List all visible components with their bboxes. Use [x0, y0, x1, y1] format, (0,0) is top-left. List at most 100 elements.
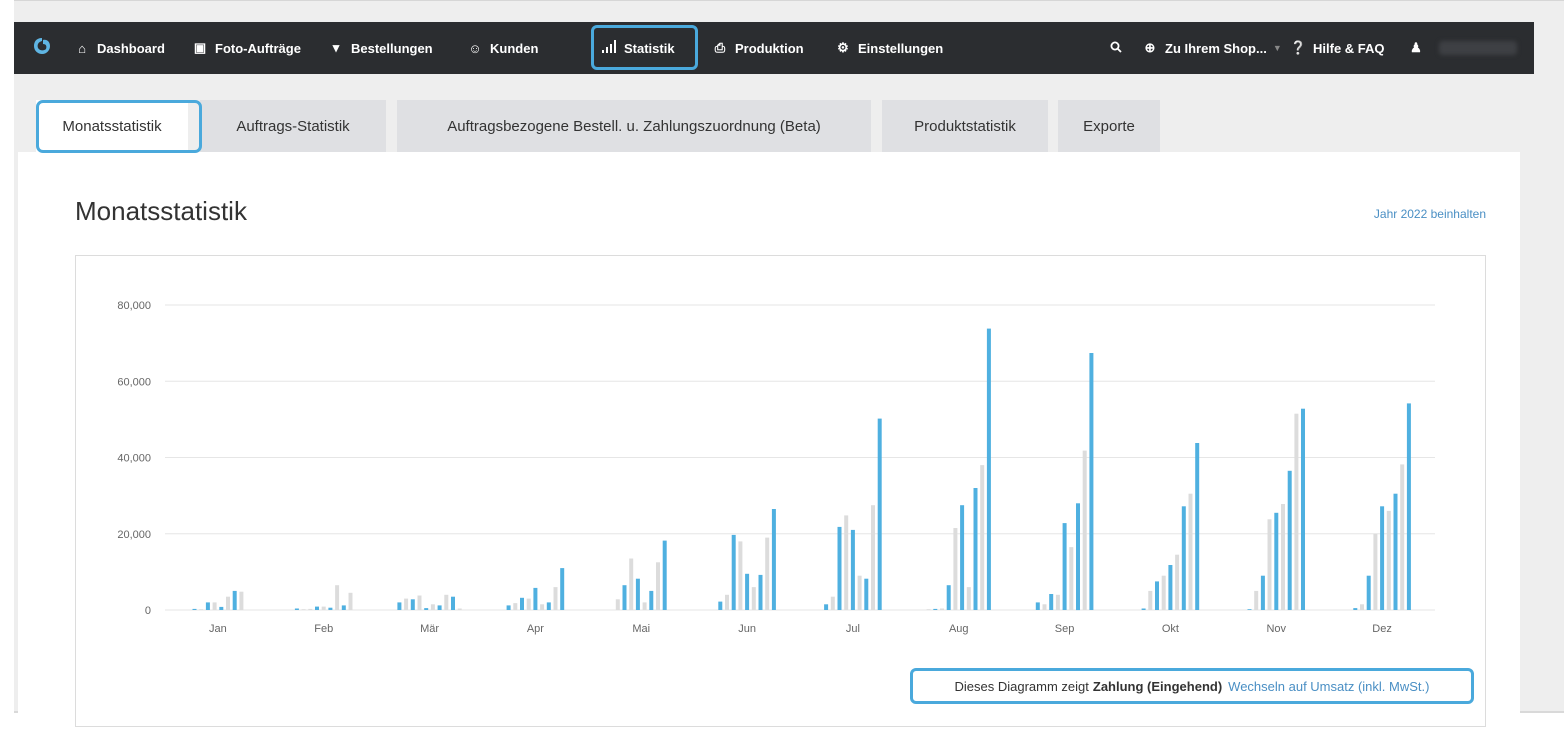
chart-bar[interactable] — [1035, 602, 1040, 610]
tab-auftrags-statistik[interactable]: Auftrags-Statistik — [200, 100, 386, 152]
chart-bar[interactable] — [1393, 493, 1398, 610]
chart-bar[interactable] — [1062, 523, 1067, 610]
chart-bar[interactable] — [1380, 506, 1385, 610]
chart-bar[interactable] — [1082, 450, 1087, 610]
chart-bar[interactable] — [315, 606, 319, 610]
chart-bar[interactable] — [444, 594, 449, 611]
chart-bar[interactable] — [642, 602, 647, 610]
chart-bar[interactable] — [348, 592, 353, 610]
chart-bar[interactable] — [738, 541, 743, 610]
chart-bar[interactable] — [1294, 413, 1299, 610]
user-menu[interactable]: ♟ — [1408, 22, 1517, 74]
chart-bar[interactable] — [506, 605, 511, 610]
search-button[interactable] — [1108, 22, 1131, 74]
chart-bar[interactable] — [430, 604, 435, 610]
chart-bar[interactable] — [1254, 590, 1259, 610]
chart-bar[interactable] — [960, 505, 965, 610]
nav-einstellungen[interactable]: ⚙ Einstellungen — [835, 22, 943, 74]
chart-bar[interactable] — [731, 534, 736, 610]
nav-dashboard[interactable]: ⌂ Dashboard — [74, 22, 165, 74]
chart-bar[interactable] — [1089, 353, 1094, 610]
chart-bar[interactable] — [622, 585, 627, 610]
chart-bar[interactable] — [1406, 403, 1411, 610]
year-include-link[interactable]: Jahr 2022 beinhalten — [1374, 207, 1486, 221]
chart-bar[interactable] — [926, 609, 931, 610]
chart-bar[interactable] — [205, 602, 210, 610]
chart-bar[interactable] — [765, 537, 770, 610]
chart-bar[interactable] — [933, 608, 938, 610]
chart-bar[interactable] — [864, 578, 869, 610]
chart-bar[interactable] — [986, 328, 991, 610]
chart-bar[interactable] — [1353, 608, 1358, 610]
chart-bar[interactable] — [1287, 470, 1292, 610]
chart-bar[interactable] — [1148, 590, 1153, 610]
chart-bar[interactable] — [946, 585, 951, 610]
chart-bar[interactable] — [725, 594, 729, 611]
chart-bar[interactable] — [1168, 565, 1173, 610]
chart-bar[interactable] — [1195, 443, 1200, 610]
chart-bar[interactable] — [404, 598, 409, 610]
chart-bar[interactable] — [553, 587, 558, 610]
chart-bar[interactable] — [751, 587, 756, 610]
chart-bar[interactable] — [771, 509, 776, 610]
shop-dropdown[interactable]: ⊕ Zu Ihrem Shop... ▼ — [1142, 22, 1282, 74]
help-faq-link[interactable]: ❔ Hilfe & FAQ — [1290, 22, 1385, 74]
tab-produktstatistik[interactable]: Produktstatistik — [882, 100, 1048, 152]
chart-bar[interactable] — [232, 590, 237, 610]
chart-bar[interactable] — [457, 608, 462, 611]
chart-bar[interactable] — [451, 596, 455, 610]
chart-bar[interactable] — [1042, 604, 1047, 610]
chart-bar[interactable] — [615, 599, 620, 610]
chart-bar[interactable] — [424, 608, 429, 610]
chart-bar[interactable] — [219, 606, 224, 610]
chart-bar[interactable] — [758, 574, 763, 610]
chart-bar[interactable] — [1301, 408, 1305, 610]
chart-bar[interactable] — [1069, 547, 1074, 610]
chart-bar[interactable] — [513, 603, 518, 610]
chart-bar[interactable] — [1281, 504, 1285, 610]
chart-bar[interactable] — [871, 505, 875, 610]
chart-bar[interactable] — [533, 587, 538, 610]
nav-produktion[interactable]: ⎙ Produktion — [712, 22, 804, 74]
chart-bar[interactable] — [1400, 464, 1405, 610]
chart-bar[interactable] — [239, 591, 244, 610]
chart-bar[interactable] — [877, 418, 882, 610]
chart-bar[interactable] — [526, 598, 531, 610]
chart-bar[interactable] — [1386, 510, 1391, 610]
chart-bar[interactable] — [1076, 503, 1080, 611]
chart-bar[interactable] — [560, 568, 565, 610]
chart-bar[interactable] — [226, 596, 230, 610]
chart-bar[interactable] — [745, 573, 750, 610]
nav-foto-auftraege[interactable]: ▣ Foto-Aufträge — [192, 22, 301, 74]
chart-bar[interactable] — [1260, 575, 1265, 610]
chart-bar[interactable] — [308, 608, 313, 610]
chart-bar[interactable] — [520, 597, 524, 610]
chart-bar[interactable] — [1188, 493, 1193, 610]
chart-bar[interactable] — [540, 604, 545, 610]
chart-bar[interactable] — [980, 465, 985, 610]
chart-bar[interactable] — [1247, 609, 1252, 610]
tab-exporte[interactable]: Exporte — [1058, 100, 1160, 152]
chart-bar[interactable] — [328, 607, 333, 610]
chart-bar[interactable] — [649, 590, 654, 610]
chart-bar[interactable] — [1373, 533, 1378, 611]
switch-to-revenue-link[interactable]: Wechseln auf Umsatz (inkl. MwSt.) — [1228, 679, 1429, 694]
chart-bar[interactable] — [966, 587, 971, 610]
chart-bar[interactable] — [192, 608, 197, 610]
nav-bestellungen[interactable]: ▾ Bestellungen — [328, 22, 433, 74]
chart-bar[interactable] — [718, 601, 723, 610]
chart-bar[interactable] — [973, 488, 978, 610]
chart-bar[interactable] — [844, 515, 849, 610]
chart-bar[interactable] — [662, 540, 667, 610]
chart-bar[interactable] — [1366, 575, 1371, 610]
chart-bar[interactable] — [635, 578, 640, 610]
chart-bar[interactable] — [1141, 608, 1146, 611]
chart-bar[interactable] — [417, 595, 422, 611]
chart-bar[interactable] — [1360, 604, 1364, 610]
chart-bar[interactable] — [212, 602, 217, 610]
chart-bar[interactable] — [830, 596, 835, 610]
chart-bar[interactable] — [656, 562, 660, 610]
chart-bar[interactable] — [1055, 594, 1060, 611]
chart-bar[interactable] — [940, 608, 944, 611]
chart-bar[interactable] — [546, 602, 551, 610]
